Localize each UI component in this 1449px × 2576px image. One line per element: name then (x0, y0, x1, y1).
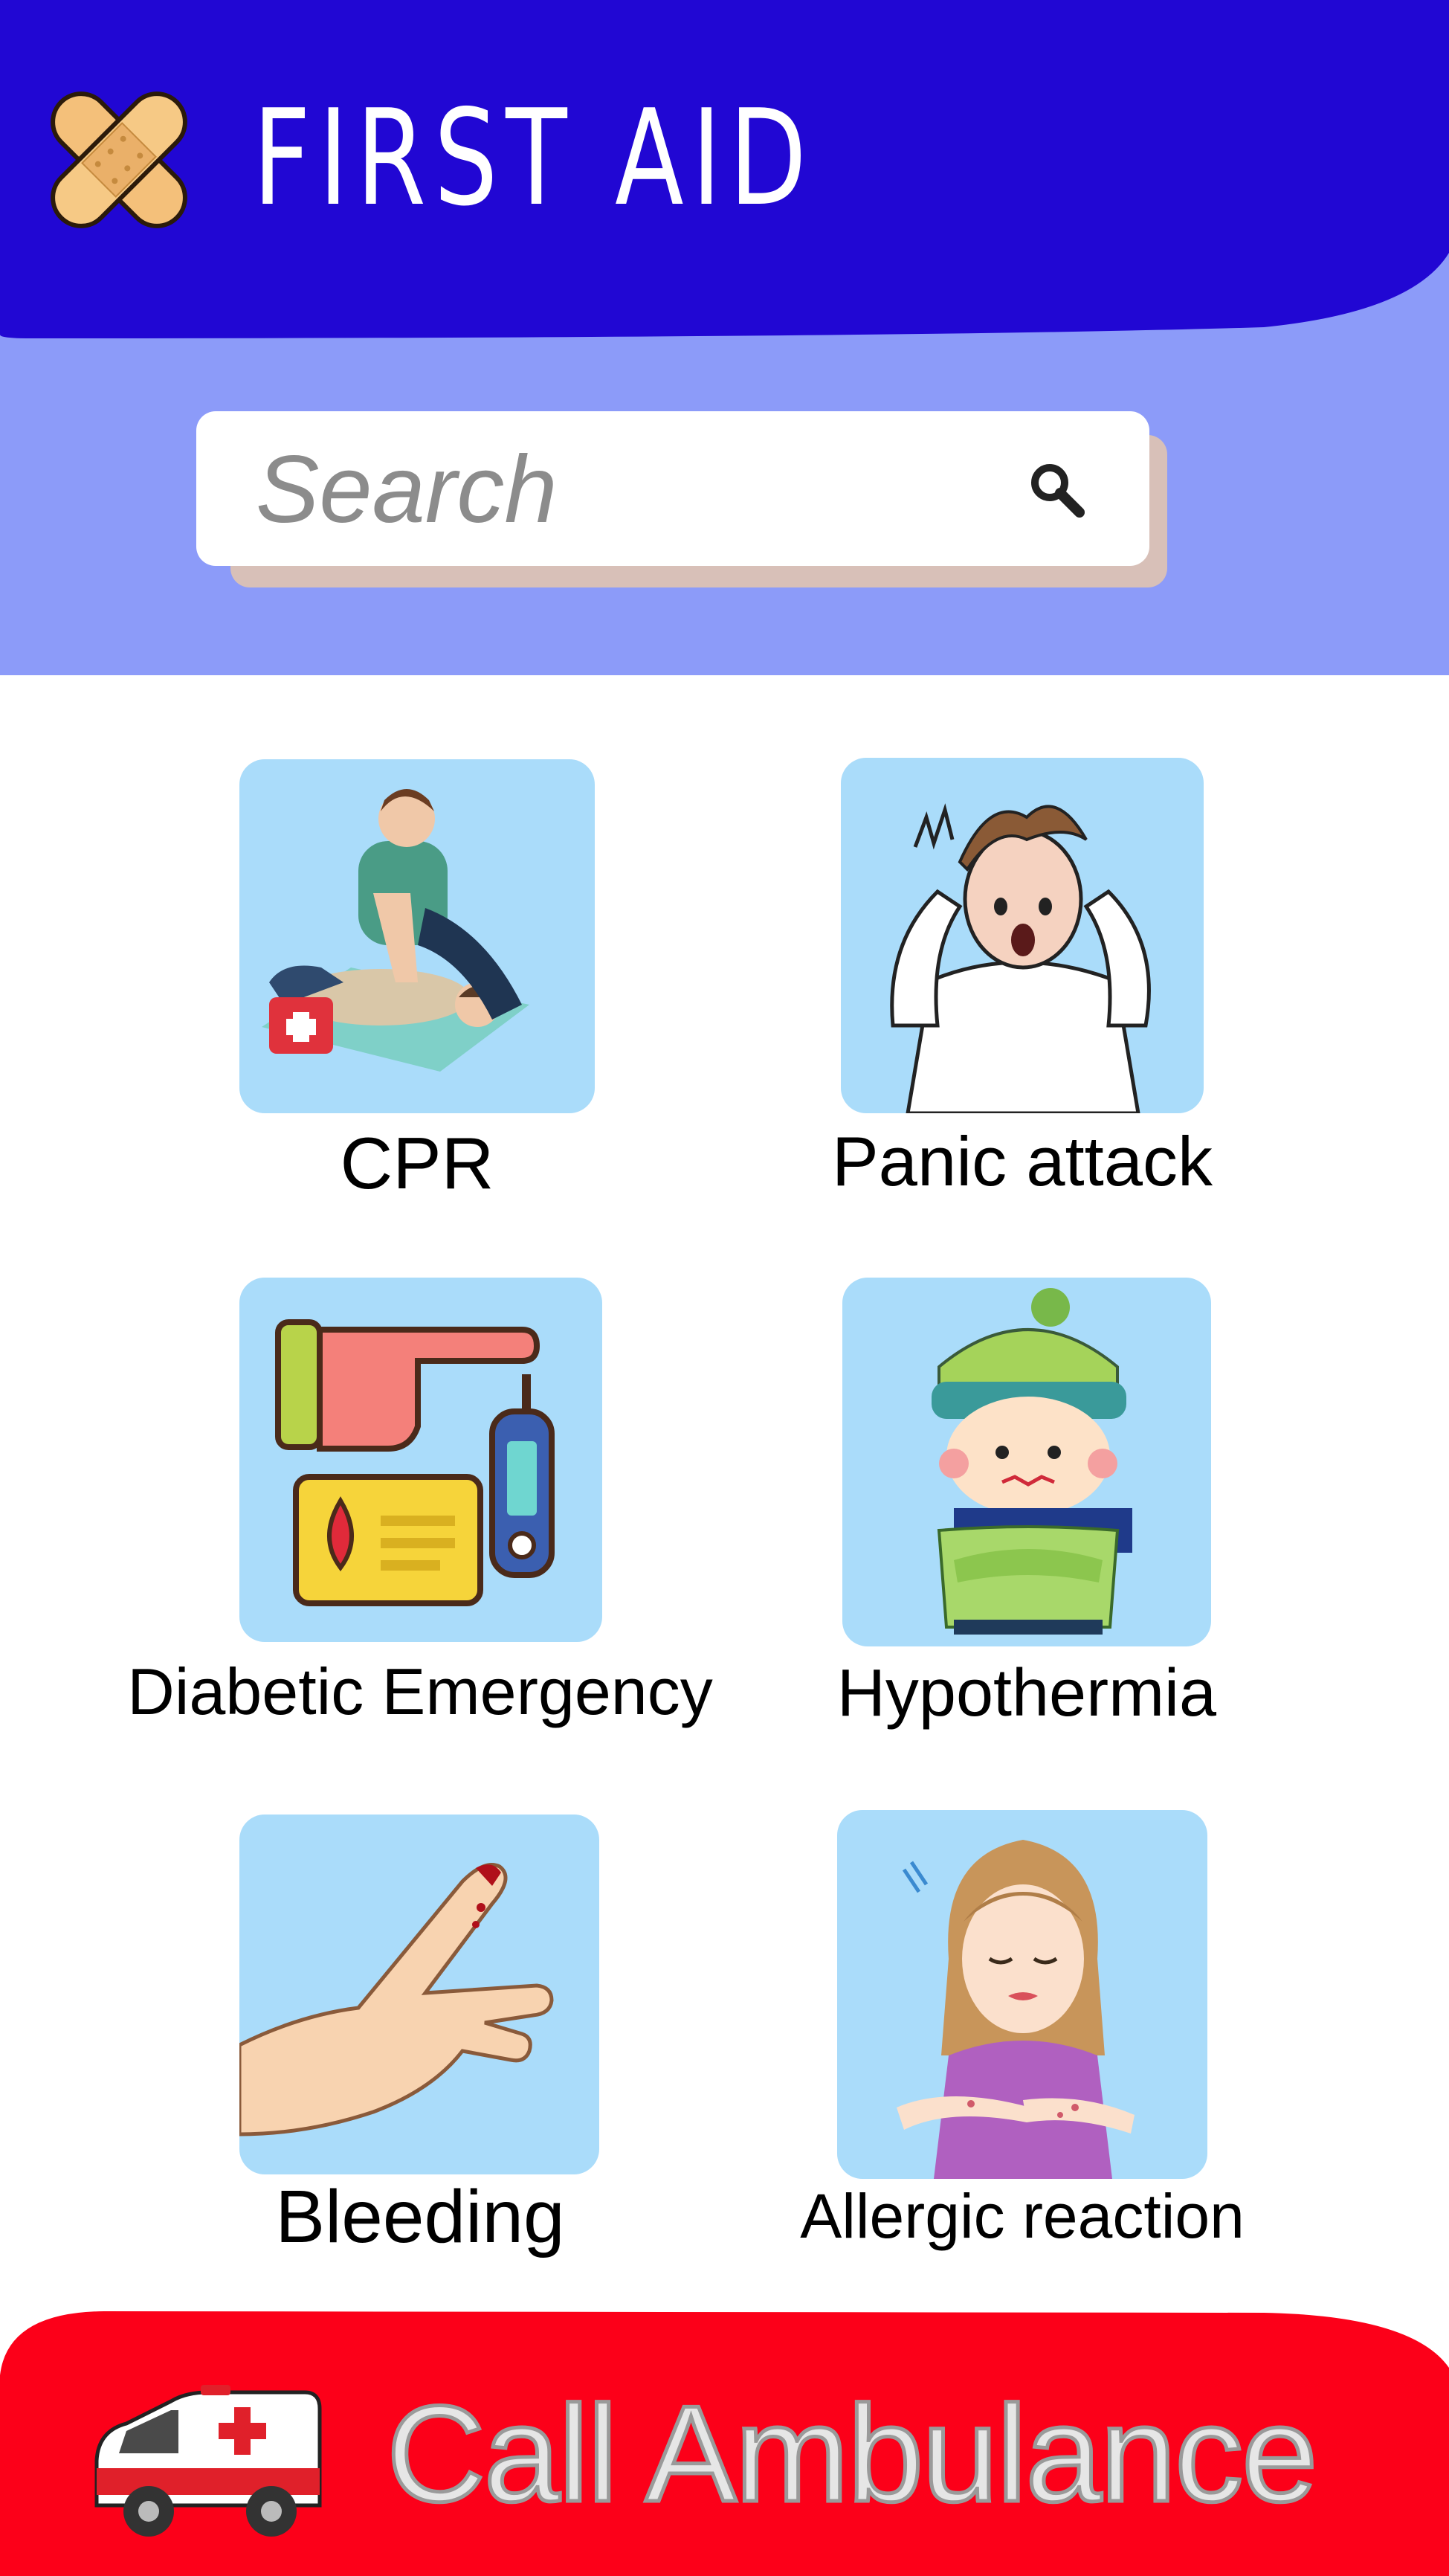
bleeding-finger-illustration (239, 1863, 554, 2137)
cpr-illustration (262, 789, 529, 1072)
allergic-reaction-card[interactable] (837, 1810, 1207, 2179)
call-ambulance-label: Call Ambulance (384, 2377, 1319, 2530)
hypothermia-card[interactable] (842, 1278, 1211, 1646)
ambulance-icon (82, 2379, 327, 2543)
panic-attack-illustration (890, 803, 1151, 1113)
search-bar[interactable] (196, 411, 1149, 566)
cold-child-illustration (932, 1288, 1132, 1635)
glucose-test-illustration (275, 1319, 555, 1606)
panic-attack-label: Panic attack (831, 1122, 1213, 1200)
bandage-cross-icon (30, 71, 208, 249)
app-title: FIRST AID (253, 81, 815, 235)
diabetic-emergency-label: Diabetic Emergency (127, 1655, 713, 1728)
allergic-reaction-illustration (897, 1840, 1135, 2179)
bleeding-card[interactable] (239, 1815, 599, 2174)
app-header: FIRST AID (0, 0, 1449, 342)
search-icon[interactable] (1027, 460, 1087, 520)
hypothermia-label: Hypothermia (836, 1656, 1217, 1730)
search-input[interactable] (256, 434, 999, 545)
cpr-label: CPR (340, 1122, 494, 1204)
cpr-card[interactable] (239, 759, 595, 1113)
call-ambulance-button[interactable]: Call Ambulance (0, 2308, 1449, 2576)
bleeding-label: Bleeding (275, 2175, 565, 2258)
diabetic-emergency-card[interactable] (239, 1278, 602, 1642)
allergic-reaction-label: Allergic reaction (800, 2181, 1245, 2251)
panic-attack-card[interactable] (841, 758, 1204, 1113)
